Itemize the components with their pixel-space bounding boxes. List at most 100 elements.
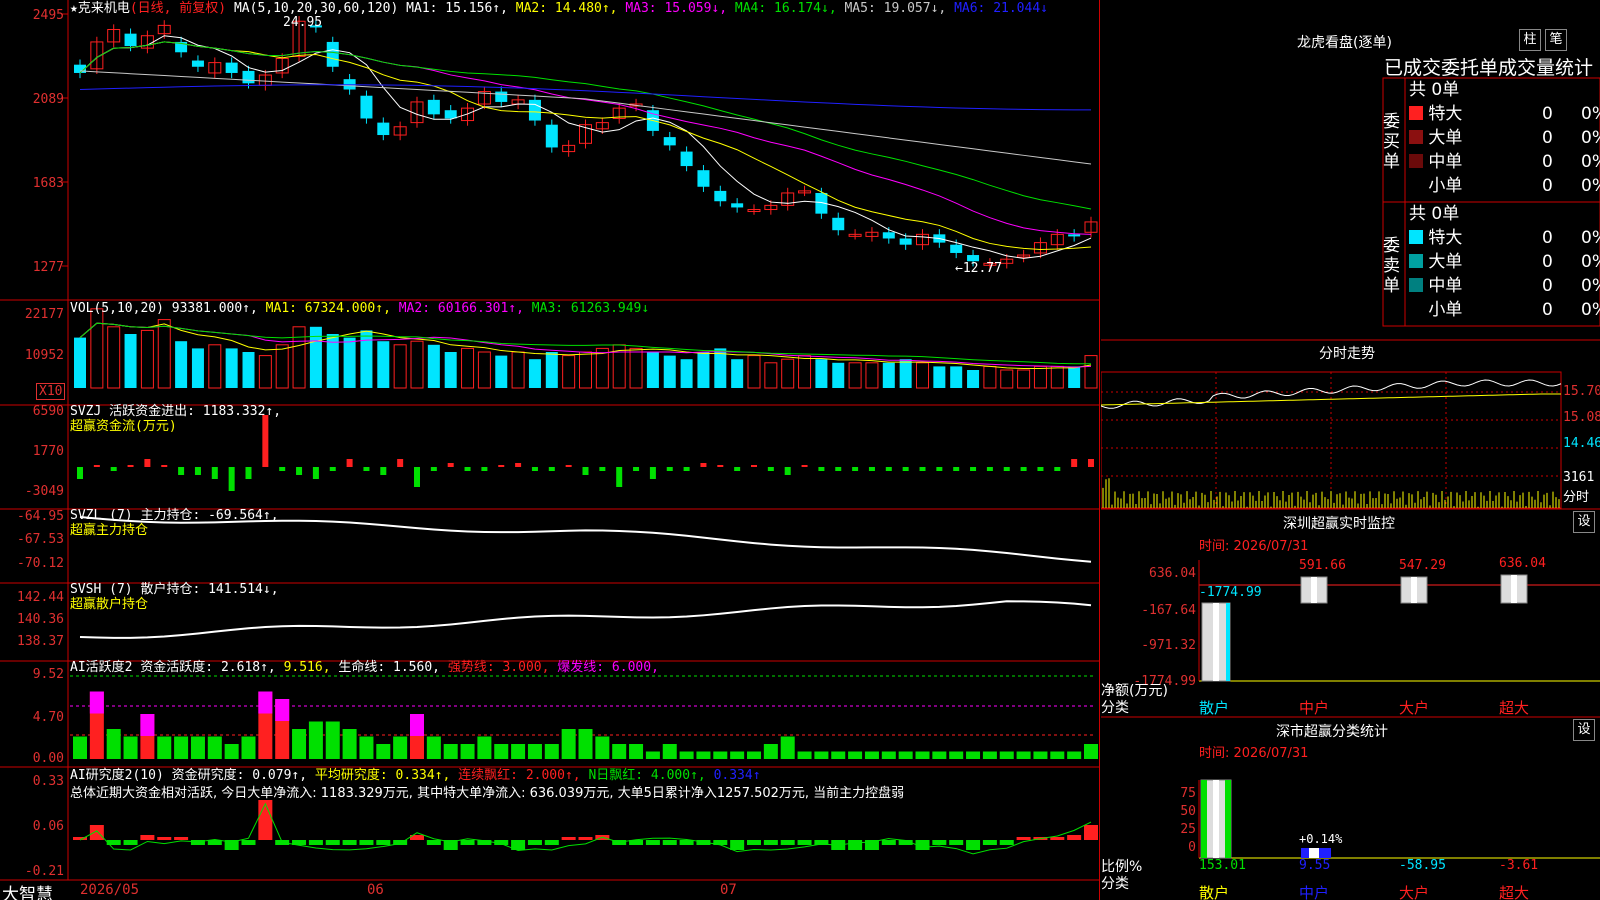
research-bar [376,840,391,845]
activity-bar [966,751,981,759]
svsh-ytick: 138.37 [17,634,64,649]
intraday-price-line [1101,379,1562,409]
classify-value: -3.61 [1499,858,1539,873]
research-bar [747,840,761,845]
flow-bar [582,467,589,475]
mid-bar-shine [1311,577,1317,603]
bar-mode-button[interactable]: 柱 [1519,29,1541,51]
color-swatch-icon [1409,254,1423,268]
volume-bar [916,362,929,389]
activity-bar [696,751,711,759]
candle-body [191,60,204,67]
stock-name[interactable]: ★克来机电 [70,1,130,16]
ai2-red-n: N日飘红: 4.000↑, [588,768,706,783]
classify-settings-button[interactable]: 设 [1573,719,1595,741]
candle-body [528,99,541,121]
stats-tabs[interactable]: 已成交委托单成交量统计 [1384,53,1593,80]
flow-bar [919,467,926,471]
color-swatch-icon [1409,154,1423,168]
ai2-value5: 0.334↑ [713,768,761,783]
sell-row: 特大 0 0% [1409,226,1600,250]
svzj-ytick: 6590 [32,404,64,419]
activity-bar-top [89,691,104,714]
flow-bar [885,467,892,471]
activity-bar [511,744,526,759]
activity-bar [881,751,896,759]
classify-ytick: 75 [1180,786,1196,801]
flow-bar [245,467,252,479]
monitor-settings-button[interactable]: 设 [1573,511,1595,533]
activity-bar-top [258,691,273,714]
activity-bar [595,736,610,759]
monitor-category: 散户 [1199,699,1230,717]
flow-bar [1071,459,1078,467]
volume-bar [495,355,508,388]
activity-bar-top [275,699,290,721]
research-bar [932,840,947,845]
activity-bar [629,744,644,759]
classify-value: 9.55 [1299,858,1331,873]
volume-bar [528,359,541,388]
date-tick: 06 [367,882,384,898]
date-tick: 07 [720,882,737,898]
flow-bar [1020,467,1027,471]
dragon-title: 龙虎看盘(逐单) [1297,35,1392,51]
research-bar [527,840,542,845]
activity-bar [797,751,812,759]
color-swatch-icon [1409,130,1423,144]
sell-row-value: 0 [1542,228,1553,248]
activity-bar [190,736,205,759]
vol-ma2: MA2: 60166.301↑, [398,301,524,316]
activity-bar [949,751,964,759]
volume-bar [427,344,440,388]
flow-bar [700,463,707,467]
buy-row-value: 0 [1542,152,1553,172]
activity-bar [915,751,930,759]
volume-bar [360,330,373,388]
tick-mode-button[interactable]: 笔 [1545,29,1567,51]
ai1-strong: 强势线: 3.000, [447,660,550,675]
intraday-vol-ytick: 3161 [1563,470,1595,485]
ai2-summary: 总体近期大资金相对活跃, 今日大单净流入: 1183.329万元, 其中特大单净… [70,786,905,801]
research-bar [982,840,997,845]
volume-bar [444,352,457,388]
vol-ytick: 22177 [24,307,64,322]
low-price-note: ←12.77 [955,261,1002,276]
activity-bar [544,744,559,759]
kline-chart-area[interactable]: ★克来机电(日线, 前复权) MA(5,10,20,30,60,120) MA1… [0,0,1100,900]
volume-bar [258,355,272,389]
candle-body [731,203,744,208]
volume-bar [798,355,812,389]
candle-body [360,95,373,119]
flow-bar [346,459,353,467]
sell-row-value: 0 [1542,252,1553,272]
sell-row-name: 中单 [1423,276,1463,296]
sell-row: 小单 0 0% [1409,298,1600,322]
chart-mode: (日线, 前复权) [129,1,227,16]
sell-orders-label: 委卖单 [1383,236,1400,296]
activity-bar [848,751,863,759]
monitor-bar-label: 547.29 [1399,558,1446,573]
volume-bar [747,355,761,389]
flow-bar [430,467,437,471]
volume-bar [899,359,912,388]
svzj-header: SVZJ 活跃资金进出: 1183.332↑, [70,404,282,419]
ai1-burst: 爆发线: 6.000, [557,660,659,675]
super-bar-shine [1511,575,1517,603]
ai2-ytick: 0.06 [32,819,64,834]
volume-bar [815,359,828,388]
ai2-ytick: -0.21 [24,864,64,879]
classify-category: 大户 [1399,884,1430,900]
volume-bar [74,337,86,388]
activity-bar [494,744,509,759]
ai1-activity: AI活跃度2 资金活跃度: 2.618↑, [70,660,276,675]
activity-bar [814,751,829,759]
flow-bar [717,465,724,467]
research-bar [174,837,189,840]
volume-bar [90,308,104,389]
research-bar [780,840,795,845]
activity-bar [1067,751,1082,759]
volume-bar [511,351,525,389]
volume-bar [714,348,727,388]
volume-bar [680,359,693,388]
